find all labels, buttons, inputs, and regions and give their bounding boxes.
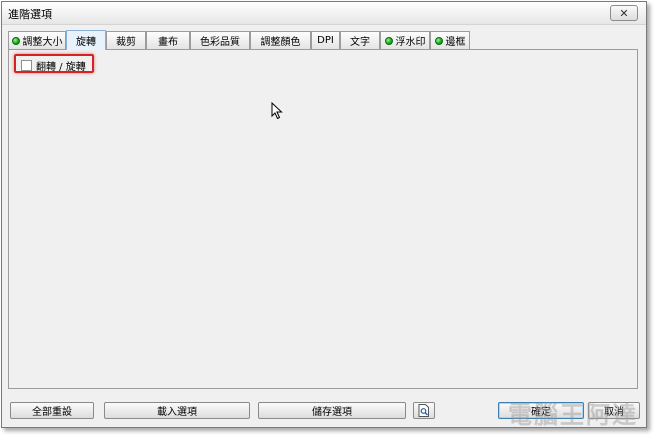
green-dot-icon [384,36,393,45]
tab-label: 調整大小 [22,37,63,48]
advanced-options-dialog: 進階選項 ✕ 調整大小 旋轉 裁剪 畫布 色彩品質 調整顏色 DPI 文字 浮水… [1,1,647,428]
tab-label: 裁剪 [116,37,136,48]
button-label: 全部重設 [32,407,72,418]
tab-label: 色彩品質 [200,37,240,48]
button-label: 儲存選項 [312,407,352,418]
document-preview-icon [418,404,429,417]
ok-button[interactable]: 確定 [498,402,584,419]
window-title: 進階選項 [8,8,52,21]
tab-label: DPI [317,35,334,46]
flip-rotate-checkbox[interactable] [21,60,32,71]
tab-adjust-color[interactable]: 調整顏色 [250,31,311,49]
button-label: 載入選項 [157,407,197,418]
tab-label: 調整顏色 [260,37,301,48]
preview-button[interactable] [413,402,435,419]
tab-label: 邊框 [445,37,466,48]
title-bar: 進階選項 ✕ [2,2,646,25]
reset-all-button[interactable]: 全部重設 [10,402,94,419]
tab-resize[interactable]: 調整大小 [8,31,66,49]
tab-label: 旋轉 [76,37,96,48]
tab-rotate[interactable]: 旋轉 [66,30,106,50]
cancel-button[interactable]: 取消 [588,402,640,419]
tab-crop[interactable]: 裁剪 [106,31,146,49]
close-button[interactable]: ✕ [610,5,638,21]
tab-label: 文字 [350,37,370,48]
rotate-tab-panel: 翻轉 / 旋轉 [8,49,638,389]
tab-color-quality[interactable]: 色彩品質 [190,31,250,49]
load-options-button[interactable]: 載入選項 [104,402,250,419]
tab-canvas[interactable]: 畫布 [146,31,190,49]
button-label: 確定 [531,407,551,418]
green-dot-icon [11,36,20,45]
tab-label: 畫布 [158,37,178,48]
close-icon: ✕ [619,6,629,20]
mouse-pointer-icon [271,102,283,120]
green-dot-icon [434,36,443,45]
tab-dpi[interactable]: DPI [311,31,340,49]
tab-text[interactable]: 文字 [340,31,380,49]
flip-rotate-option[interactable]: 翻轉 / 旋轉 [21,58,86,73]
save-options-button[interactable]: 儲存選項 [258,402,406,419]
tab-border[interactable]: 邊框 [430,31,470,49]
button-label: 取消 [604,407,624,418]
flip-rotate-label: 翻轉 / 旋轉 [36,62,86,73]
tab-watermark[interactable]: 浮水印 [380,31,430,49]
tab-label: 浮水印 [395,37,426,48]
